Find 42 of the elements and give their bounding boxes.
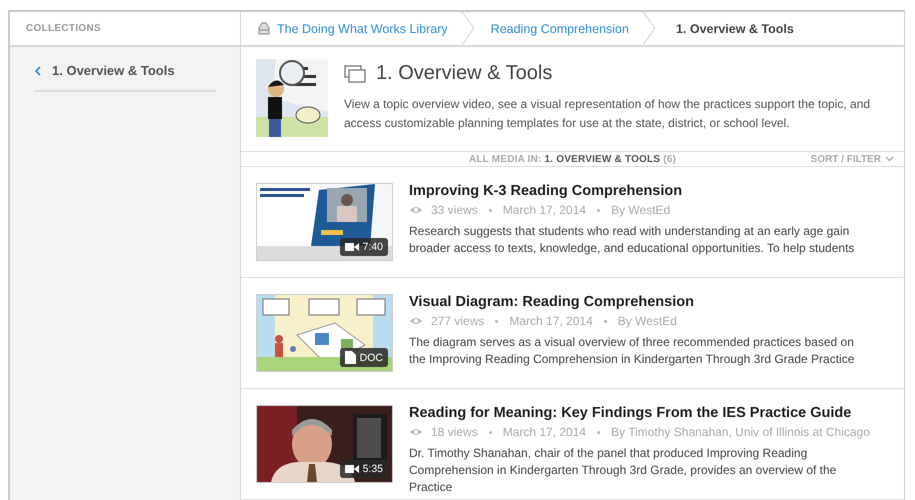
sidebar-heading: COLLECTIONS [26,23,101,34]
breadcrumb-link[interactable]: The Doing What Works Library [241,12,462,45]
media-badge: 7:40 [340,238,388,256]
separator-dot [488,208,492,212]
author: By Timothy Shanahan, Univ of Illinois at Chicago [611,425,870,439]
separator-dot [495,320,498,322]
eye-icon [409,205,423,215]
separator-dot [597,208,600,212]
media-badge: 5:35 [340,460,388,478]
sidebar-item[interactable]: 1. Overview & Tools [34,63,216,92]
media-title[interactable]: Reading for Meaning: Key Findings From the IES Practice Guide [409,405,870,421]
publish-date: March 17, 2014 [502,203,586,217]
topic-title: 1. Overview & Tools [376,62,552,85]
media-description: The diagram serves as a visual overview of three recommended practices based on the Improving Reading Comprehension in Kindergarten Through 3rd Grade Practice [409,334,856,368]
breadcrumb-current: 1. Overview & Tools [674,20,795,38]
publish-date: March 17, 2014 [502,425,586,439]
eye-icon [409,316,423,326]
view-count: 277 views [431,314,484,328]
chevron-down-icon [885,156,894,162]
media-title[interactable]: Visual Diagram: Reading Comprehension [409,294,864,310]
author: By WestEd [618,314,677,328]
view-count: 33 views [431,203,478,217]
video-camera-icon [344,464,359,474]
media-title[interactable]: Improving K-3 Reading Comprehension [409,183,864,199]
separator-dot [488,430,492,434]
author: By WestEd [611,203,670,217]
topic-description: View a topic overview video, see a visual representation of how the practices support the topic, and access customizable planning templates for use at the state, district, or school level. [344,96,872,132]
back-chevron-icon [34,66,42,76]
separator-dot [597,430,600,434]
media-count-label: ALL MEDIA IN: 1. OVERVIEW & TOOLS (6) [468,154,676,164]
view-count: 18 views [431,425,478,439]
publish-date: March 17, 2014 [509,314,593,328]
document-icon [344,351,356,364]
media-badge: DOC [340,348,388,367]
eye-icon [409,427,423,437]
breadcrumb-link[interactable]: Reading Comprehension [474,12,643,45]
media-description: Dr. Timothy Shanahan, chair of the panel that produced Improving Reading Comprehension in Kindergarten Through 3rd Grade, provides an overview of the Practice [409,445,838,496]
collection-icon [344,64,366,82]
separator-dot [604,320,607,322]
media-description: Research suggests that students who read with understanding at an early age gain broader access to texts, knowledge, and educational opportunities. To help students [409,223,856,257]
library-icon [257,22,271,35]
video-camera-icon [344,242,359,252]
